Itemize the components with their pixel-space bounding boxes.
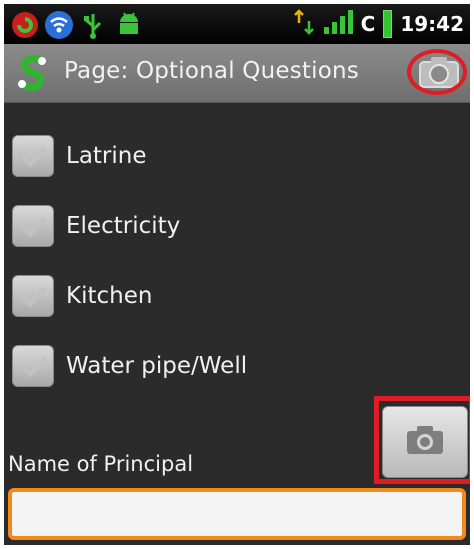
clock: 19:42 <box>400 12 464 36</box>
data-transfer-icon <box>293 9 315 39</box>
battery-icon <box>383 10 393 38</box>
page-title: Page: Optional Questions <box>64 58 359 84</box>
checkbox-box[interactable] <box>12 275 54 317</box>
field-camera-button[interactable] <box>382 406 468 478</box>
camera-icon <box>405 424 445 460</box>
checkbox-label: Kitchen <box>66 283 153 309</box>
checkbox-label: Water pipe/Well <box>66 353 248 379</box>
title-camera-button[interactable] <box>414 52 464 96</box>
app-screen: C 19:42 Page: Optional Questions Latrine… <box>4 4 470 545</box>
checkbox-water-pipe-well[interactable]: Water pipe/Well <box>12 340 247 392</box>
camera-icon <box>418 55 460 93</box>
status-bar: C 19:42 <box>4 4 470 44</box>
signal-icon <box>323 9 353 39</box>
checkbox-electricity[interactable]: Electricity <box>12 200 180 252</box>
checkbox-box[interactable] <box>12 205 54 247</box>
checkbox-box[interactable] <box>12 345 54 387</box>
network-type-label: C <box>360 12 376 36</box>
app-notification-icon <box>10 10 40 44</box>
checkbox-box[interactable] <box>12 135 54 177</box>
app-logo-icon <box>14 53 54 97</box>
checkbox-label: Electricity <box>66 213 181 239</box>
wifi-icon <box>44 10 74 44</box>
android-debug-icon <box>116 10 142 44</box>
principal-name-input[interactable] <box>8 488 466 540</box>
usb-icon <box>82 10 104 44</box>
checkbox-latrine[interactable]: Latrine <box>12 130 147 182</box>
title-bar: Page: Optional Questions <box>4 44 470 103</box>
checkbox-label: Latrine <box>66 143 147 169</box>
field-label: Name of Principal <box>8 452 194 476</box>
checkbox-kitchen[interactable]: Kitchen <box>12 270 152 322</box>
